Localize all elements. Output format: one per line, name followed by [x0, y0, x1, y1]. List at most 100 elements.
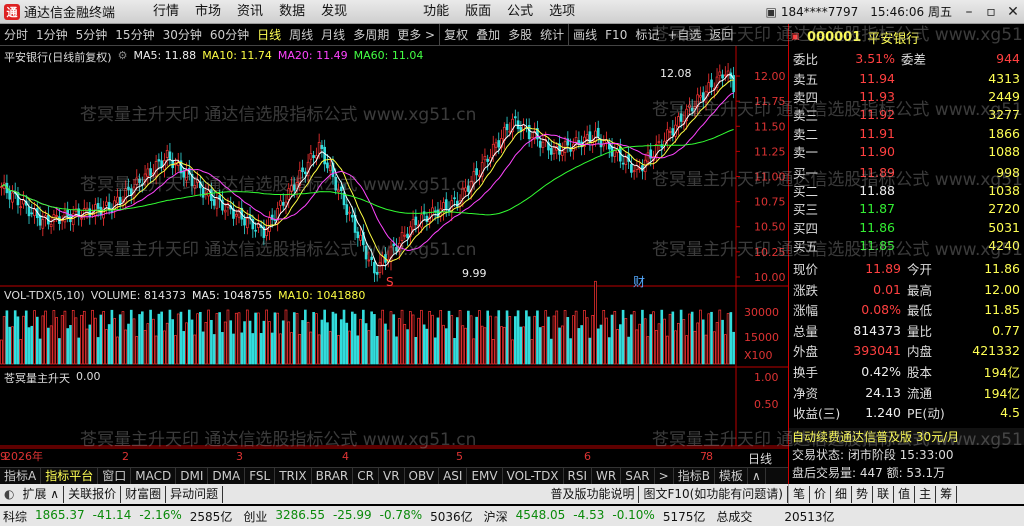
indicator-tab[interactable]: 窗口 — [98, 467, 132, 485]
indicator-tab[interactable]: SAR — [621, 467, 655, 485]
close-icon[interactable]: ✕ — [1002, 4, 1024, 20]
draw-line-button[interactable]: 画线 — [568, 23, 601, 46]
menu-market[interactable]: 市场 — [187, 0, 229, 24]
login-user[interactable]: 184****7797 — [781, 5, 858, 19]
volume-bar — [24, 310, 28, 365]
indicator-tab[interactable]: 模板 — [715, 467, 748, 485]
indicator-tab[interactable]: EMV — [467, 467, 503, 485]
status-related[interactable]: 关联报价 — [64, 485, 122, 503]
status-wealth[interactable]: 财富圈 — [121, 485, 167, 503]
adjust-button[interactable]: 复权 — [439, 23, 472, 46]
sub-tab-chips[interactable]: 筹 — [936, 485, 958, 503]
sub-tab-price[interactable]: 价 — [810, 485, 832, 503]
stats-button[interactable]: 统计 — [536, 24, 568, 46]
indicator-tab[interactable]: FSL — [245, 467, 276, 485]
tab-monthly[interactable]: 月线 — [317, 24, 349, 46]
indicator-tab[interactable]: CR — [353, 467, 379, 485]
back-button[interactable]: 返回 — [705, 24, 737, 46]
candle-body — [245, 217, 249, 229]
minimize-icon[interactable]: – — [958, 4, 980, 20]
menu-options[interactable]: 选项 — [541, 0, 583, 24]
menu-formula[interactable]: 公式 — [499, 0, 541, 24]
indicator-tab[interactable]: RSI — [564, 467, 593, 485]
menu-data[interactable]: 数据 — [271, 0, 313, 24]
sub-tab-detail[interactable]: 细 — [831, 485, 853, 503]
menu-quotes[interactable]: 行情 — [145, 0, 187, 24]
indicator-tab[interactable]: OBV — [405, 467, 440, 485]
ask-row[interactable]: 卖四 11.93 2449 — [789, 88, 1024, 105]
indicator-tab[interactable]: VR — [379, 467, 405, 485]
indicator-tab[interactable]: ∧ — [748, 467, 766, 485]
tab-30min[interactable]: 30分钟 — [159, 24, 206, 46]
ask-row[interactable]: 卖二 11.91 1866 — [789, 125, 1024, 142]
indicator-tab[interactable]: 指标A — [0, 467, 42, 485]
ind-tick-label: 0.50 — [754, 398, 779, 411]
indicator-tab[interactable]: ASI — [439, 467, 468, 485]
tab-multi-period[interactable]: 多周期 — [349, 24, 393, 46]
tab-daily[interactable]: 日线 — [253, 24, 285, 46]
indicator-tab[interactable]: DMI — [176, 467, 209, 485]
tab-1min[interactable]: 1分钟 — [32, 24, 72, 46]
index-item[interactable]: 科综 1865.37 -41.14 -2.16% 2585亿 — [0, 508, 240, 525]
indicator-tab[interactable]: MACD — [131, 467, 177, 485]
sub-tab-trend[interactable]: 势 — [852, 485, 874, 503]
user-icon[interactable]: ▣ — [765, 5, 776, 19]
bid-row[interactable]: 买五 11.85 4240 — [789, 237, 1024, 254]
menu-news[interactable]: 资讯 — [229, 0, 271, 24]
sub-tab-related[interactable]: 联 — [873, 485, 895, 503]
tab-weekly[interactable]: 周线 — [285, 24, 317, 46]
ask-label: 卖四 — [793, 90, 819, 106]
kline-chart[interactable]: 12.00 11.75 11.50 11.25 11.00 10.75 10.50 10.25… — [0, 46, 788, 467]
status-anomaly[interactable]: 异动问题 — [166, 485, 224, 503]
ask-row[interactable]: 卖一 11.90 1088 — [789, 143, 1024, 160]
status-help[interactable]: 普及版功能说明 — [546, 485, 640, 503]
bid-row[interactable]: 买三 11.87 2720 — [789, 200, 1024, 217]
volume-bar — [334, 313, 338, 365]
index-item[interactable]: 沪深 4548.05 -4.53 -0.10% 5175亿 — [481, 508, 714, 525]
chart-settings-icon[interactable]: ⚙ — [118, 49, 128, 65]
indicator-tab[interactable]: VOL-TDX — [503, 467, 564, 485]
volume-bar — [135, 336, 139, 365]
f10-button[interactable]: F10 — [601, 24, 631, 46]
promo-text[interactable]: 自动续费通达信普及版 30元/月 — [789, 428, 959, 445]
tab-15min[interactable]: 15分钟 — [111, 24, 158, 46]
index-item[interactable]: 创业 3286.55 -25.99 -0.78% 5036亿 — [240, 508, 480, 525]
bid-row[interactable]: 买一 11.89 998 — [789, 164, 1024, 181]
sub-tab-ticks[interactable]: 笔 — [789, 485, 811, 503]
status-toggle-icon[interactable]: ◐ — [4, 487, 14, 501]
menu-function[interactable]: 功能 — [415, 0, 457, 24]
indicator-tab[interactable]: 指标平台 — [41, 467, 99, 485]
kline-chart-area[interactable]: 12.00 11.75 11.50 11.25 11.00 10.75 10.50 10.25… — [0, 46, 788, 467]
index-item[interactable]: 总成交 20513亿 — [713, 508, 842, 525]
menu-layout[interactable]: 版面 — [457, 0, 499, 24]
volume-bar — [210, 319, 213, 365]
bid-row[interactable]: 买二 11.88 1038 — [789, 182, 1024, 199]
candle-body — [688, 104, 691, 108]
indicator-tab[interactable]: DMA — [208, 467, 246, 485]
mark-button[interactable]: 标记 — [631, 24, 663, 46]
volume-bar — [533, 315, 536, 365]
tab-more[interactable]: 更多 > — [393, 24, 439, 46]
ask-row[interactable]: 卖五 11.94 4313 — [789, 70, 1024, 87]
bid-row[interactable]: 买四 11.86 5031 — [789, 219, 1024, 236]
status-f10[interactable]: 图文F10(如功能有问题请) — [639, 485, 788, 503]
indicator-tab[interactable]: WR — [592, 467, 622, 485]
sub-tab-main[interactable]: 主 — [915, 485, 937, 503]
tab-60min[interactable]: 60分钟 — [206, 24, 253, 46]
overlay-button[interactable]: 叠加 — [472, 24, 504, 46]
indicator-tab[interactable]: TRIX — [275, 467, 312, 485]
sub-tab-value[interactable]: 值 — [894, 485, 916, 503]
indicator-tab[interactable]: > — [655, 467, 674, 485]
tab-5min[interactable]: 5分钟 — [72, 24, 112, 46]
add-watchlist-button[interactable]: +自选 — [663, 24, 705, 46]
ask-row[interactable]: 卖三 11.92 3277 — [789, 106, 1024, 123]
status-expand[interactable]: 扩展 ∧ — [18, 485, 65, 503]
candle-body — [467, 185, 470, 192]
indicator-tab[interactable]: BRAR — [312, 467, 354, 485]
tab-intraday[interactable]: 分时 — [0, 24, 32, 46]
stat-label2: 量比 — [907, 323, 933, 339]
restore-icon[interactable]: ▫ — [980, 4, 1002, 20]
multi-stock-button[interactable]: 多股 — [504, 24, 536, 46]
indicator-tab[interactable]: 指标B — [674, 467, 715, 485]
menu-discover[interactable]: 发现 — [313, 0, 355, 24]
